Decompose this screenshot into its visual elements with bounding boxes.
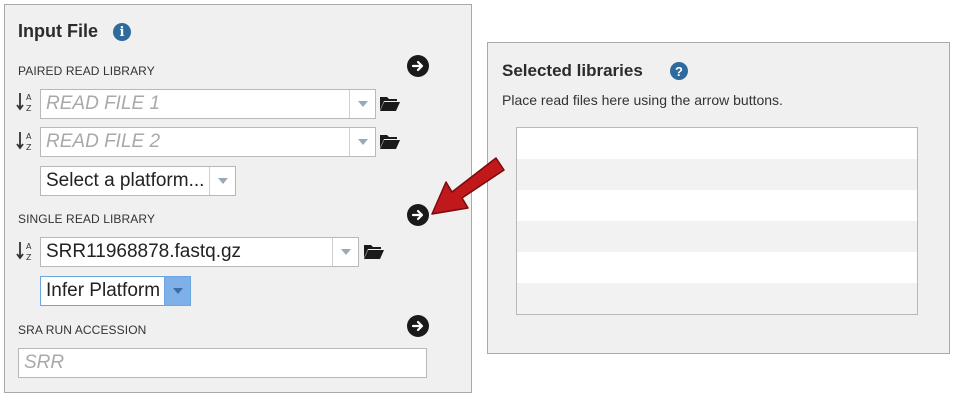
sra-accession-input[interactable]: SRR (18, 348, 427, 378)
sra-run-accession-label: SRA RUN ACCESSION (18, 323, 147, 337)
read-file-1-placeholder: READ FILE 1 (46, 93, 161, 114)
selected-libraries-hint: Place read files here using the arrow bu… (502, 92, 783, 108)
annotation-arrow-icon (431, 157, 505, 215)
single-platform-select[interactable]: Infer Platform (40, 276, 191, 306)
read-file-2-select[interactable]: READ FILE 2 (40, 127, 376, 157)
arrow-right-icon (411, 320, 424, 332)
single-read-file-select[interactable]: SRR11968878.fastq.gz (40, 237, 359, 267)
list-item (517, 128, 917, 159)
list-item (517, 159, 917, 190)
list-item (517, 221, 917, 252)
chevron-down-icon (349, 128, 375, 156)
list-item (517, 190, 917, 221)
input-file-title: Input File (18, 21, 98, 41)
info-icon[interactable]: i (113, 23, 131, 41)
sort-az-icon[interactable]: A Z (16, 239, 36, 263)
sra-accession-placeholder: SRR (24, 352, 65, 373)
sort-az-icon[interactable]: A Z (16, 90, 36, 114)
single-platform-value: Infer Platform (46, 280, 161, 301)
selected-libraries-title: Selected libraries (502, 61, 643, 80)
list-item (517, 283, 917, 314)
folder-open-icon[interactable] (363, 242, 385, 260)
read-file-2-placeholder: READ FILE 2 (46, 131, 161, 152)
chevron-down-icon (209, 167, 235, 195)
folder-open-icon[interactable] (379, 94, 401, 112)
add-paired-library-button[interactable] (407, 55, 429, 77)
svg-text:A: A (26, 242, 32, 251)
help-icon[interactable]: ? (670, 62, 688, 80)
paired-platform-value: Select a platform... (46, 170, 205, 191)
paired-platform-select[interactable]: Select a platform... (40, 166, 236, 196)
chevron-down-icon (332, 238, 358, 266)
list-item (517, 252, 917, 283)
svg-text:Z: Z (26, 253, 32, 262)
single-read-library-label: SINGLE READ LIBRARY (18, 212, 156, 226)
read-file-1-select[interactable]: READ FILE 1 (40, 89, 376, 119)
svg-text:A: A (26, 93, 32, 102)
svg-text:Z: Z (26, 143, 32, 152)
selected-libraries-list[interactable] (516, 127, 918, 315)
sort-az-icon[interactable]: A Z (16, 129, 36, 153)
arrow-right-icon (411, 209, 424, 221)
paired-read-library-label: PAIRED READ LIBRARY (18, 64, 155, 78)
chevron-down-icon (164, 277, 190, 305)
chevron-down-icon (349, 90, 375, 118)
single-read-file-value: SRR11968878.fastq.gz (46, 241, 242, 262)
folder-open-icon[interactable] (379, 132, 401, 150)
arrow-right-icon (411, 60, 424, 72)
svg-text:A: A (26, 132, 32, 141)
svg-text:Z: Z (26, 104, 32, 113)
add-sra-button[interactable] (407, 315, 429, 337)
